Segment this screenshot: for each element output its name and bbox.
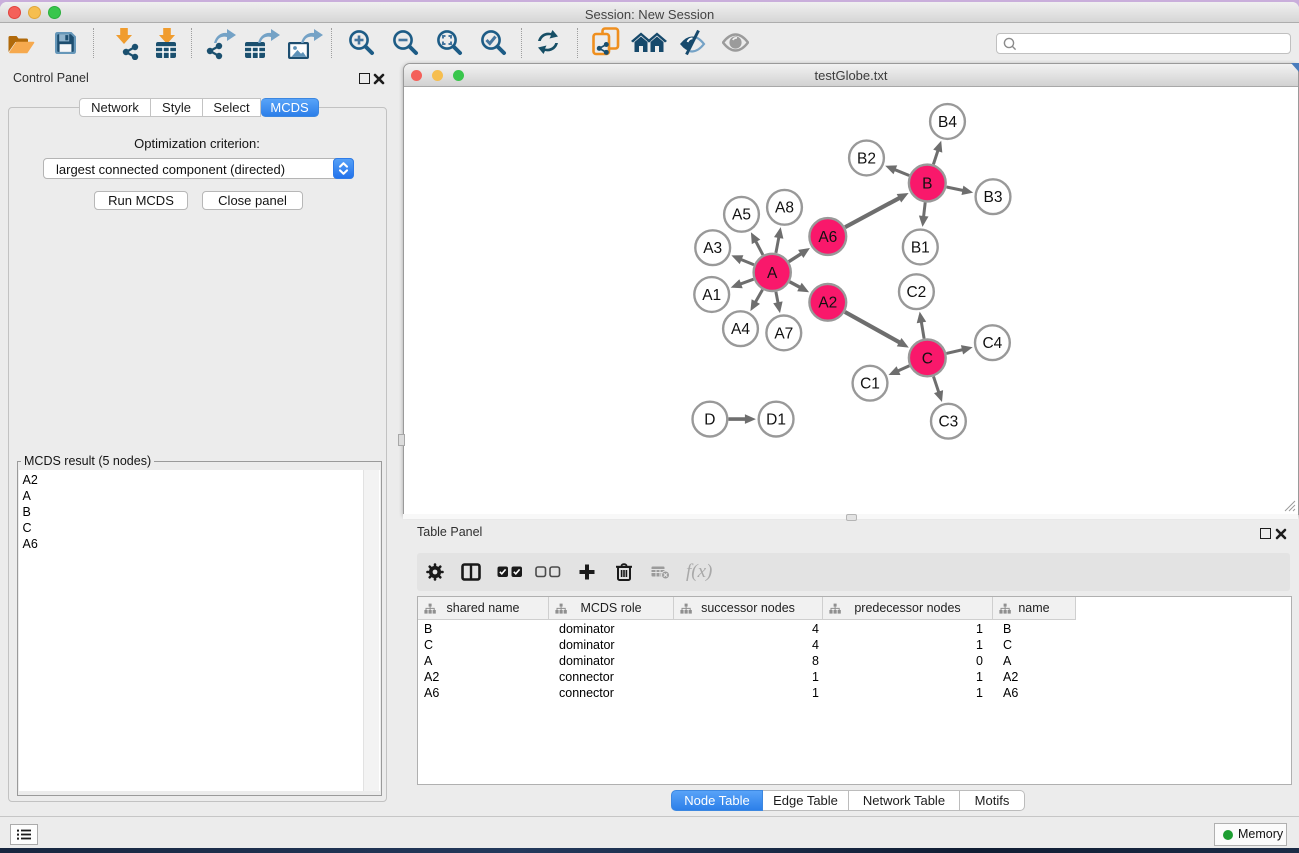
svg-text:C2: C2 (906, 284, 926, 301)
svg-text:C4: C4 (982, 335, 1002, 352)
svg-text:C3: C3 (938, 414, 958, 431)
svg-text:C: C (922, 350, 933, 367)
svg-text:B2: B2 (857, 150, 876, 167)
svg-text:A1: A1 (702, 287, 721, 304)
svg-text:C1: C1 (860, 376, 880, 393)
svg-text:A: A (767, 265, 778, 282)
svg-text:B3: B3 (984, 189, 1003, 206)
svg-text:D1: D1 (766, 412, 786, 429)
svg-text:A7: A7 (774, 325, 793, 342)
svg-text:B: B (922, 175, 932, 192)
svg-text:D: D (704, 412, 715, 429)
svg-text:A4: A4 (731, 321, 750, 338)
svg-text:B1: B1 (911, 239, 930, 256)
svg-text:A5: A5 (732, 207, 751, 224)
svg-text:A8: A8 (775, 200, 794, 217)
svg-text:A3: A3 (703, 240, 722, 257)
svg-text:A6: A6 (818, 229, 837, 246)
svg-text:A2: A2 (818, 295, 837, 312)
svg-text:B4: B4 (938, 114, 957, 131)
